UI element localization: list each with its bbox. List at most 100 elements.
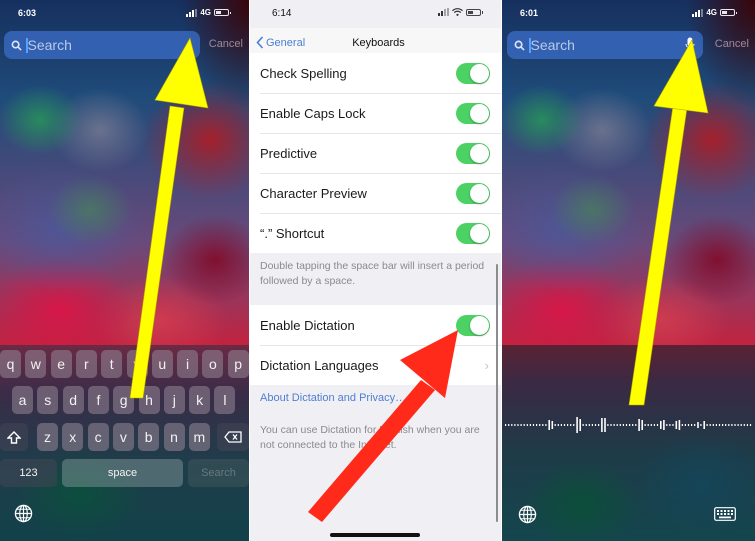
keyboard-icon[interactable] — [714, 507, 736, 521]
waveform-bar — [722, 424, 724, 426]
key-c[interactable]: c — [87, 423, 109, 451]
key-d[interactable]: d — [62, 386, 84, 414]
dictation-waveform — [505, 417, 752, 433]
status-bar: 6:01 4G — [502, 8, 755, 22]
key-v[interactable]: v — [112, 423, 134, 451]
search-bar[interactable]: Search — [507, 31, 703, 59]
delete-icon — [224, 431, 242, 443]
waveform-bar — [588, 424, 590, 426]
check-spelling-toggle[interactable] — [456, 62, 490, 84]
key-n[interactable]: n — [163, 423, 185, 451]
character-preview-toggle[interactable] — [456, 182, 490, 204]
waveform-bar — [551, 421, 554, 429]
key-p[interactable]: p — [227, 350, 249, 378]
key-g[interactable]: g — [113, 386, 135, 414]
waveform-bar — [749, 424, 752, 426]
keyboard-row-1: qwertyuiop — [0, 350, 249, 378]
key-y[interactable]: y — [126, 350, 148, 378]
battery-icon — [720, 9, 737, 16]
key-f[interactable]: f — [87, 386, 109, 414]
key-o[interactable]: o — [202, 350, 224, 378]
about-dictation-link[interactable]: About Dictation and Privacy… — [260, 392, 406, 404]
setting-label: Enable Caps Lock — [260, 105, 366, 121]
globe-icon[interactable] — [14, 504, 33, 523]
search-return-key[interactable]: Search — [188, 459, 249, 487]
key-u[interactable]: u — [151, 350, 173, 378]
waveform-bar — [737, 424, 739, 426]
waveform-bar — [604, 418, 606, 432]
key-z[interactable]: z — [37, 423, 58, 451]
key-a[interactable]: a — [12, 386, 33, 414]
key-s[interactable]: s — [37, 386, 59, 414]
dictation-group: Enable Dictation Dictation Languages › — [250, 305, 501, 385]
search-placeholder: Search — [27, 37, 72, 53]
signal-icon — [438, 8, 449, 16]
shift-key[interactable] — [0, 423, 28, 451]
cancel-button[interactable]: Cancel — [209, 38, 243, 50]
waveform-bar — [675, 421, 678, 429]
key-e[interactable]: e — [50, 350, 72, 378]
period-shortcut-toggle[interactable] — [456, 222, 490, 244]
waveform-bar — [529, 424, 531, 426]
waveform-bar — [656, 424, 659, 426]
waveform-bar — [594, 424, 597, 426]
waveform-bar — [539, 424, 541, 426]
waveform-bar — [526, 424, 528, 426]
key-j[interactable]: j — [163, 386, 185, 414]
key-l[interactable]: l — [214, 386, 236, 414]
key-x[interactable]: x — [62, 423, 84, 451]
waveform-bar — [647, 424, 649, 426]
predictive-toggle[interactable] — [456, 142, 490, 164]
setting-row-character-preview: Character Preview — [250, 173, 501, 213]
numbers-key[interactable]: 123 — [0, 459, 57, 487]
key-t[interactable]: t — [101, 350, 123, 378]
enable-dictation-toggle[interactable] — [456, 314, 490, 336]
waveform-bar — [570, 424, 572, 426]
setting-label: Dictation Languages — [260, 357, 379, 373]
key-k[interactable]: k — [189, 386, 211, 414]
home-indicator[interactable] — [330, 533, 420, 537]
waveform-bar — [505, 424, 507, 426]
key-h[interactable]: h — [138, 386, 160, 414]
key-q[interactable]: q — [0, 350, 21, 378]
delete-key[interactable] — [217, 423, 249, 451]
waveform-bar — [582, 424, 584, 426]
setting-label: Check Spelling — [260, 65, 347, 81]
space-key[interactable]: space — [62, 459, 183, 487]
waveform-bar — [681, 424, 683, 426]
waveform-bar — [703, 421, 705, 429]
waveform-bar — [706, 424, 708, 426]
waveform-bar — [567, 424, 569, 426]
caps-lock-toggle[interactable] — [456, 102, 490, 124]
shortcut-footnote: Double tapping the space bar will insert… — [260, 260, 485, 287]
waveform-bar — [598, 424, 600, 426]
waveform-bar — [616, 424, 618, 426]
waveform-bar — [678, 420, 681, 430]
waveform-bar — [619, 424, 621, 426]
key-i[interactable]: i — [177, 350, 199, 378]
waveform-bar — [728, 424, 730, 426]
waveform-bar — [734, 424, 736, 426]
microphone-icon[interactable] — [685, 37, 695, 52]
waveform-bar — [622, 424, 624, 426]
waveform-bar — [520, 424, 522, 426]
key-r[interactable]: r — [75, 350, 97, 378]
key-w[interactable]: w — [25, 350, 47, 378]
keyboard-row-3: zxcvbnm — [0, 423, 249, 451]
setting-label: “.” Shortcut — [260, 225, 325, 241]
cancel-button[interactable]: Cancel — [715, 38, 749, 50]
waveform-bar — [610, 424, 612, 426]
network-label: 4G — [706, 8, 717, 17]
key-m[interactable]: m — [188, 423, 210, 451]
waveform-bar — [684, 424, 686, 426]
scrollbar[interactable] — [496, 264, 498, 522]
dictation-languages-row[interactable]: Dictation Languages › — [250, 345, 501, 385]
waveform-bar — [573, 424, 575, 426]
waveform-bar — [625, 424, 628, 426]
globe-icon[interactable] — [518, 505, 537, 524]
waveform-bar — [545, 424, 547, 426]
key-b[interactable]: b — [138, 423, 160, 451]
waveform-bar — [629, 424, 631, 426]
search-bar[interactable]: Search — [4, 31, 200, 59]
waveform-bar — [548, 420, 550, 430]
